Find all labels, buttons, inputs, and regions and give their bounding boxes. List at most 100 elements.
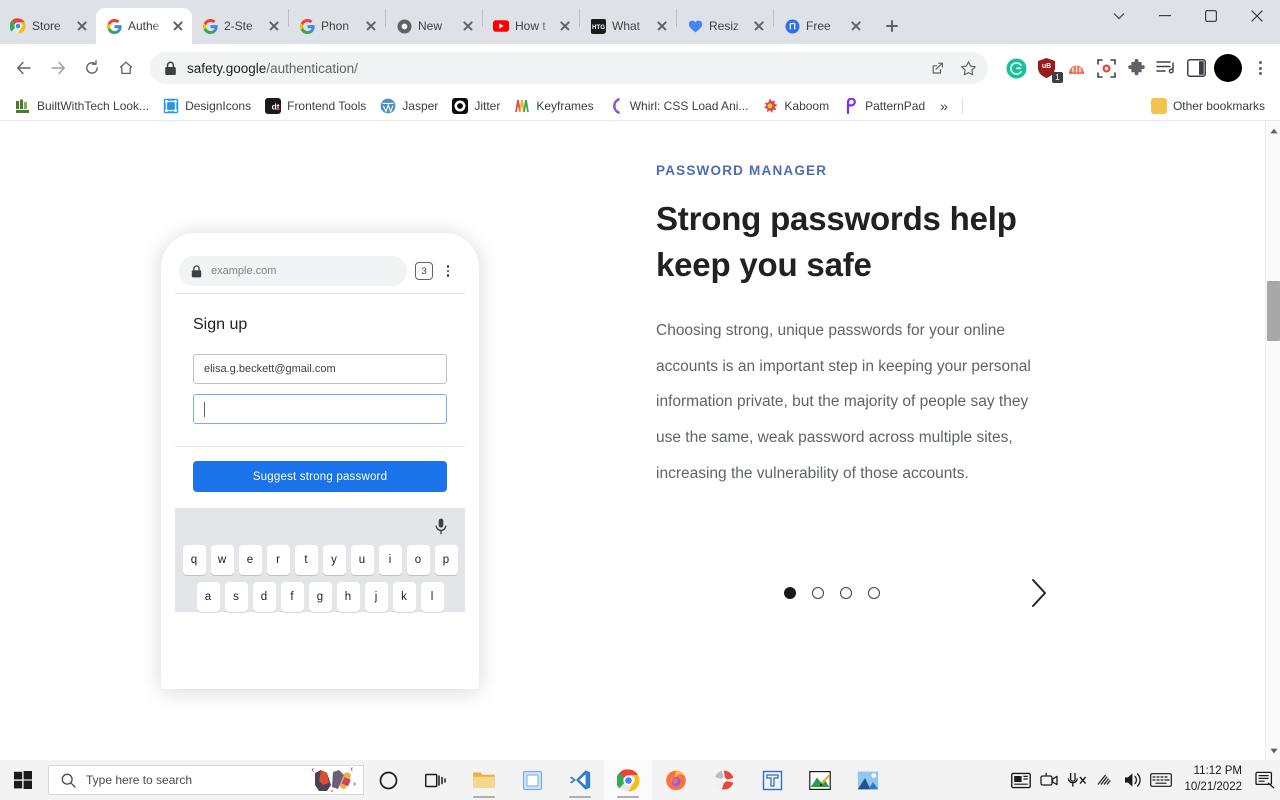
bookmarks-overflow-button[interactable]: » <box>932 95 956 117</box>
tab-new[interactable]: New <box>386 8 482 44</box>
bookmark-whirl-css-load-ani[interactable]: Whirl: CSS Load Ani... <box>601 95 756 117</box>
bookmark-builtwithtech-look[interactable]: BuiltWithTech Look... <box>8 95 156 117</box>
bookmark-kaboom[interactable]: Kaboom <box>755 95 836 117</box>
other-bookmarks-button[interactable]: Other bookmarks <box>1144 95 1272 117</box>
notifications-icon[interactable] <box>1250 760 1280 800</box>
tab-how-t[interactable]: How t <box>483 8 579 44</box>
tab-close-button[interactable] <box>848 18 864 34</box>
carousel-dot-2[interactable] <box>812 587 824 600</box>
key-l[interactable]: l <box>420 582 444 612</box>
honey-icon[interactable] <box>1064 56 1088 80</box>
media-list-icon[interactable] <box>1154 56 1178 80</box>
tab-phon[interactable]: Phon <box>289 8 385 44</box>
tab-close-button[interactable] <box>74 18 90 34</box>
puzzle-icon[interactable] <box>1124 56 1148 80</box>
cortana-icon[interactable] <box>364 760 412 800</box>
key-e[interactable]: e <box>238 545 262 575</box>
carousel-dot-1[interactable] <box>784 587 796 600</box>
key-a[interactable]: a <box>196 582 220 612</box>
scrollbar-thumb[interactable] <box>1267 281 1280 341</box>
sticky-notes-icon[interactable] <box>508 760 556 800</box>
taskbar-clock[interactable]: 11:12 PM 10/21/2022 <box>1180 764 1250 795</box>
browser-menu-button[interactable] <box>1248 56 1272 80</box>
tab-2-ste[interactable]: 2-Ste <box>192 8 288 44</box>
carousel-next-button[interactable] <box>1022 573 1056 613</box>
bookmark-star-icon[interactable] <box>954 54 982 82</box>
tab-close-button[interactable] <box>460 18 476 34</box>
scroll-down-arrow[interactable] <box>1266 743 1280 759</box>
shield-extension-icon[interactable]: uB 1 <box>1034 56 1063 83</box>
side-panel-icon[interactable] <box>1184 56 1208 80</box>
key-r[interactable]: r <box>266 545 290 575</box>
maximize-button[interactable] <box>1188 0 1234 32</box>
key-o[interactable]: o <box>406 545 430 575</box>
news-weather-icon[interactable] <box>1008 760 1034 800</box>
key-u[interactable]: u <box>350 545 374 575</box>
tab-authe[interactable]: Authe <box>96 8 192 44</box>
tab-resiz[interactable]: Resiz <box>677 8 773 44</box>
back-button[interactable] <box>8 52 40 84</box>
home-button[interactable] <box>110 52 142 84</box>
chrome-icon[interactable] <box>604 760 652 800</box>
phone-password-field[interactable] <box>193 394 447 424</box>
tab-close-button[interactable] <box>266 18 282 34</box>
tab-close-button[interactable] <box>170 18 186 34</box>
tab-close-button[interactable] <box>363 18 379 34</box>
tab-close-button[interactable] <box>557 18 573 34</box>
bookmark-jitter[interactable]: Jitter <box>445 95 507 117</box>
blueprint-app-icon[interactable] <box>748 760 796 800</box>
bookmark-jasper[interactable]: Jasper <box>373 95 445 117</box>
key-d[interactable]: d <box>252 582 276 612</box>
screenshot-icon[interactable] <box>1094 56 1118 80</box>
microphone-icon[interactable] <box>435 518 447 535</box>
mic-muted-icon[interactable] <box>1064 760 1090 800</box>
phone-tab-count[interactable]: 3 <box>415 262 433 280</box>
phone-address-field[interactable]: example.com <box>179 256 407 286</box>
meet-camera-icon[interactable] <box>1036 760 1062 800</box>
phone-more-options-icon[interactable] <box>441 265 455 277</box>
file-explorer-icon[interactable] <box>460 760 508 800</box>
tab-search-button[interactable] <box>1096 0 1142 32</box>
bookmark-keyframes[interactable]: Keyframes <box>507 95 600 117</box>
key-q[interactable]: q <box>182 545 206 575</box>
task-view-icon[interactable] <box>412 760 460 800</box>
vscode-icon[interactable] <box>556 760 604 800</box>
photos-icon[interactable] <box>844 760 892 800</box>
close-window-button[interactable] <box>1234 0 1280 32</box>
tab-what[interactable]: HTG What <box>580 8 676 44</box>
firefox-icon[interactable] <box>652 760 700 800</box>
keyboard-icon[interactable] <box>1148 760 1174 800</box>
start-button[interactable] <box>0 760 46 800</box>
new-tab-button[interactable] <box>878 12 906 40</box>
forward-button[interactable] <box>42 52 74 84</box>
tab-store[interactable]: Store <box>0 8 96 44</box>
taskbar-search-box[interactable]: Type here to search <box>48 765 364 795</box>
grammarly-icon[interactable] <box>1004 56 1028 80</box>
carousel-dot-3[interactable] <box>840 587 852 600</box>
key-j[interactable]: j <box>364 582 388 612</box>
tab-close-button[interactable] <box>654 18 670 34</box>
bookmark-frontend-tools[interactable]: dt Frontend Tools <box>258 95 373 117</box>
address-bar[interactable]: safety.google/authentication/ <box>150 52 988 84</box>
tab-free[interactable]: Free <box>774 8 870 44</box>
reload-button[interactable] <box>76 52 108 84</box>
key-i[interactable]: i <box>378 545 402 575</box>
share-icon[interactable] <box>924 54 952 82</box>
key-s[interactable]: s <box>224 582 248 612</box>
paint-icon[interactable] <box>796 760 844 800</box>
bookmark-designicons[interactable]: DesignIcons <box>156 95 258 117</box>
key-k[interactable]: k <box>392 582 416 612</box>
minimize-button[interactable] <box>1142 0 1188 32</box>
tab-close-button[interactable] <box>751 18 767 34</box>
wifi-icon[interactable] <box>1092 760 1118 800</box>
key-y[interactable]: y <box>322 545 346 575</box>
key-t[interactable]: t <box>294 545 318 575</box>
volume-icon[interactable] <box>1120 760 1146 800</box>
key-h[interactable]: h <box>336 582 360 612</box>
profile-avatar[interactable] <box>1214 54 1242 82</box>
bookmark-patternpad[interactable]: PatternPad <box>836 95 932 117</box>
key-w[interactable]: w <box>210 545 234 575</box>
carousel-dot-4[interactable] <box>868 587 880 600</box>
key-f[interactable]: f <box>280 582 304 612</box>
suggest-strong-password-button[interactable]: Suggest strong password <box>193 461 447 492</box>
